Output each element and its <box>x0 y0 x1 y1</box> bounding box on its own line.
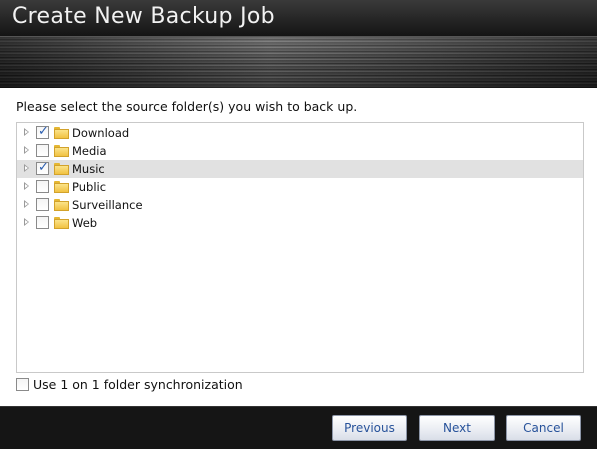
folder-icon <box>54 199 69 211</box>
expand-arrow-icon[interactable] <box>24 164 29 172</box>
folder-row-web[interactable]: Web <box>17 214 583 232</box>
folder-label: Public <box>72 180 107 194</box>
folder-icon <box>54 217 69 229</box>
instruction-text: Please select the source folder(s) you w… <box>16 99 358 114</box>
title-bar: Create New Backup Job <box>0 0 597 37</box>
folder-row-public[interactable]: Public <box>17 178 583 196</box>
cancel-button[interactable]: Cancel <box>506 415 581 441</box>
dialog-content: Please select the source folder(s) you w… <box>0 88 597 406</box>
sync-checkbox[interactable] <box>16 378 29 391</box>
folder-icon <box>54 163 69 175</box>
folder-icon <box>54 127 69 139</box>
previous-button[interactable]: Previous <box>332 415 407 441</box>
expand-arrow-icon[interactable] <box>24 146 29 154</box>
expand-arrow-icon[interactable] <box>24 182 29 190</box>
sync-option-label: Use 1 on 1 folder synchronization <box>33 377 243 392</box>
expand-arrow-icon[interactable] <box>24 200 29 208</box>
folder-checkbox-surveillance[interactable] <box>36 198 49 211</box>
folder-label: Web <box>72 216 98 230</box>
folder-label: Surveillance <box>72 198 143 212</box>
folder-checkbox-public[interactable] <box>36 180 49 193</box>
folder-checkbox-download[interactable] <box>36 124 49 139</box>
folder-row-media[interactable]: Media <box>17 142 583 160</box>
folder-checkbox-web[interactable] <box>36 216 49 229</box>
folder-row-surveillance[interactable]: Surveillance <box>17 196 583 214</box>
folder-row-music[interactable]: Music <box>17 160 583 178</box>
folder-row-download[interactable]: Download <box>17 124 583 142</box>
dialog-footer: Previous Next Cancel <box>0 406 597 449</box>
expand-arrow-icon[interactable] <box>24 128 29 136</box>
dialog-title: Create New Backup Job <box>12 4 275 29</box>
folder-tree: Download Media Music Public <box>16 122 584 373</box>
header-banner <box>0 37 597 88</box>
folder-checkbox-music[interactable] <box>36 160 49 175</box>
folder-label: Media <box>72 144 107 158</box>
folder-label: Music <box>72 162 105 176</box>
expand-arrow-icon[interactable] <box>24 218 29 226</box>
folder-label: Download <box>72 126 130 140</box>
create-backup-job-dialog: Create New Backup Job Please select the … <box>0 0 597 449</box>
next-button[interactable]: Next <box>419 415 495 441</box>
folder-icon <box>54 181 69 193</box>
folder-checkbox-media[interactable] <box>36 144 49 157</box>
folder-icon <box>54 145 69 157</box>
